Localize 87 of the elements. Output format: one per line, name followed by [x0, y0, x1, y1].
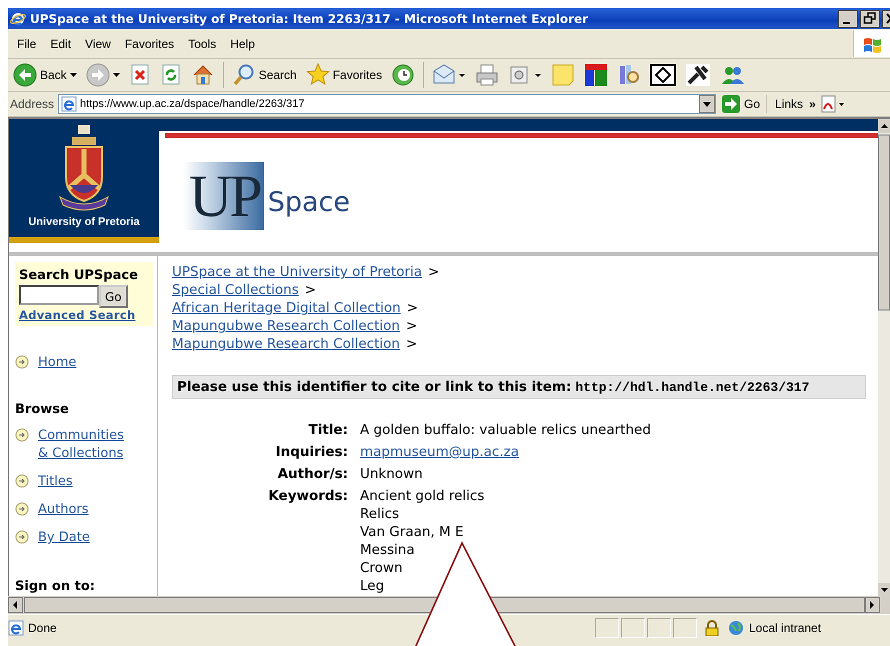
breadcrumb-separator: > [428, 263, 440, 281]
status-panel [621, 618, 645, 638]
status-text: Done [28, 621, 57, 635]
dropdown-arrow-icon [70, 73, 77, 77]
minimize-icon[interactable] [838, 10, 858, 28]
search-field[interactable] [19, 285, 99, 305]
breadcrumb-separator: > [406, 299, 418, 317]
sign-on-heading: Sign on to: [15, 579, 96, 594]
browse-link[interactable]: By Date [38, 529, 138, 547]
dropdown-arrow-icon [112, 73, 120, 77]
address-field[interactable]: https://www.up.ac.za/dspace/handle/2263/317 [58, 94, 716, 114]
breadcrumb-separator: > [406, 317, 418, 335]
books-magnifier-icon [617, 63, 642, 87]
field-label: Author/s: [276, 465, 348, 483]
identifier-url: http://hdl.handle.net/2263/317 [575, 380, 810, 394]
field-label: Title: [308, 421, 348, 439]
field-value: A golden buffalo: valuable relics unearthed [360, 421, 652, 439]
ie-page-icon [8, 620, 24, 636]
search-heading: Search UPSpace [19, 268, 139, 283]
arrow-bullet-icon [15, 502, 29, 516]
email-link[interactable]: mapmuseum@up.ac.za [360, 444, 520, 460]
address-label: Address [10, 97, 54, 111]
security-zone-text: Local intranet [749, 621, 822, 635]
stop-icon [128, 63, 151, 87]
history-clock-icon [391, 63, 416, 87]
star-icon [306, 63, 330, 87]
advanced-search-link[interactable]: Advanced Search [19, 308, 136, 322]
pdf-icon[interactable] [820, 95, 844, 113]
status-panel [595, 618, 619, 638]
globe-network-icon [727, 620, 745, 636]
university-crest-icon [58, 123, 110, 213]
home-link[interactable]: Home [38, 354, 138, 372]
browse-link[interactable]: Communities & Collections [38, 427, 138, 463]
arrow-bullet-icon [15, 428, 29, 442]
field-value: Messina [360, 541, 416, 559]
links-button[interactable]: Links [771, 97, 806, 111]
menu-item[interactable]: View [78, 34, 118, 52]
field-value: Crown [360, 559, 404, 577]
breadcrumb-link[interactable]: UPSpace at the University of Pretoria [172, 263, 422, 281]
search-icon [232, 63, 256, 87]
refresh-icon [160, 63, 182, 87]
menu-item[interactable]: File [10, 34, 44, 52]
arrow-bullet-icon [15, 355, 29, 369]
horizontal-scrollbar[interactable] [8, 596, 890, 614]
browse-link[interactable]: Titles [38, 473, 138, 491]
printer-icon [475, 63, 500, 87]
browse-heading: Browse [15, 402, 70, 417]
go-arrow-icon [722, 95, 740, 113]
diamond-window-icon [650, 63, 676, 87]
field-label: Inquiries: [274, 443, 348, 461]
padlock-icon [705, 620, 719, 636]
ie-logo-icon [10, 10, 26, 26]
ie-page-icon [61, 96, 78, 112]
breadcrumb-link[interactable]: African Heritage Digital Collection [172, 299, 401, 317]
field-value: Unknown [360, 465, 424, 483]
go-button[interactable]: Go [99, 285, 128, 308]
menu-item[interactable]: Tools [181, 34, 224, 52]
field-value: Relics [360, 505, 400, 523]
vertical-scrollbar[interactable] [878, 119, 890, 597]
breadcrumb-separator: > [304, 281, 316, 299]
breadcrumb-separator: > [406, 335, 418, 353]
sticky-note-icon [551, 63, 576, 87]
arrow-bullet-icon [15, 474, 29, 488]
university-name: University of Pretoria [28, 216, 140, 228]
breadcrumb-link[interactable]: Mapungubwe Research Collection [172, 335, 400, 353]
field-value: Leg [360, 577, 386, 595]
window-title: UPSpace at the University of Pretoria: Item 2263/317 - Microsoft Internet Explorer [30, 12, 590, 26]
colored-blocks-icon [584, 63, 608, 87]
breadcrumb-link[interactable]: Special Collections [172, 281, 299, 299]
status-panel [647, 618, 671, 638]
back-button[interactable]: Back [10, 62, 80, 88]
menu-item[interactable]: Favorites [118, 34, 182, 52]
browse-link[interactable]: Authors [38, 501, 138, 519]
search-button[interactable]: Search [228, 62, 300, 88]
field-value: Ancient gold relics [360, 487, 486, 505]
go-button[interactable]: Go [720, 95, 768, 113]
restore-icon[interactable] [860, 10, 880, 28]
favorites-button[interactable]: Favorites [302, 62, 386, 88]
status-panel [673, 618, 697, 638]
more-links-chevron[interactable]: » [809, 97, 816, 111]
identifier-text: Please use this identifier to cite or link to this item: [177, 379, 572, 395]
arrow-bullet-icon [15, 530, 29, 544]
field-value: Van Graan, M E [360, 523, 464, 541]
breadcrumb-link[interactable]: Mapungubwe Research Collection [172, 317, 400, 335]
field-label: Keywords: [267, 487, 348, 506]
menu-item[interactable]: Help [223, 34, 262, 52]
menu-item[interactable]: Edit [43, 34, 78, 52]
